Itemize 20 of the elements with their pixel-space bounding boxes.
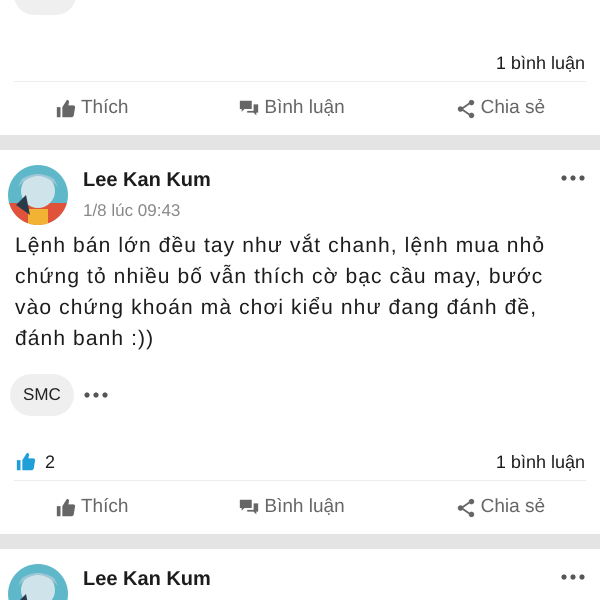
more-options-icon[interactable] (561, 574, 585, 580)
share-button[interactable]: Chia sẻ (448, 489, 552, 526)
like-button[interactable]: Thích (48, 90, 134, 127)
comment-button[interactable]: Bình luận (232, 90, 351, 127)
more-tags-icon[interactable] (84, 392, 108, 398)
author-name[interactable]: Lee Kan Kum (83, 168, 546, 192)
thumbs-up-icon (15, 451, 37, 473)
author-name[interactable]: Lee Kan Kum (83, 567, 546, 591)
like-count: 2 (45, 450, 56, 474)
post-text: Lệnh bán lớn đều tay như vắt chanh, lệnh mua nhỏ chứng tỏ nhiều bố vẫn thích cờ bạc cầu may, bước vào chứng khoán mà chơi kiểu như đang đánh đề, đánh banh :)) (14, 232, 546, 352)
comment-count[interactable]: 1 bình luận (496, 448, 585, 476)
thumbs-up-icon (54, 98, 77, 120)
tag-chip[interactable]: SMC (10, 374, 74, 416)
thumbs-up-icon (54, 496, 77, 518)
post-time: 1/8 lúc 09:43 (83, 200, 182, 222)
more-options-icon[interactable] (561, 175, 585, 181)
like-button[interactable]: Thích (48, 489, 134, 526)
comment-button[interactable]: Bình luận (232, 489, 351, 526)
comment-count[interactable]: 1 bình luận (496, 50, 585, 76)
share-button[interactable]: Chia sẻ (448, 90, 552, 127)
